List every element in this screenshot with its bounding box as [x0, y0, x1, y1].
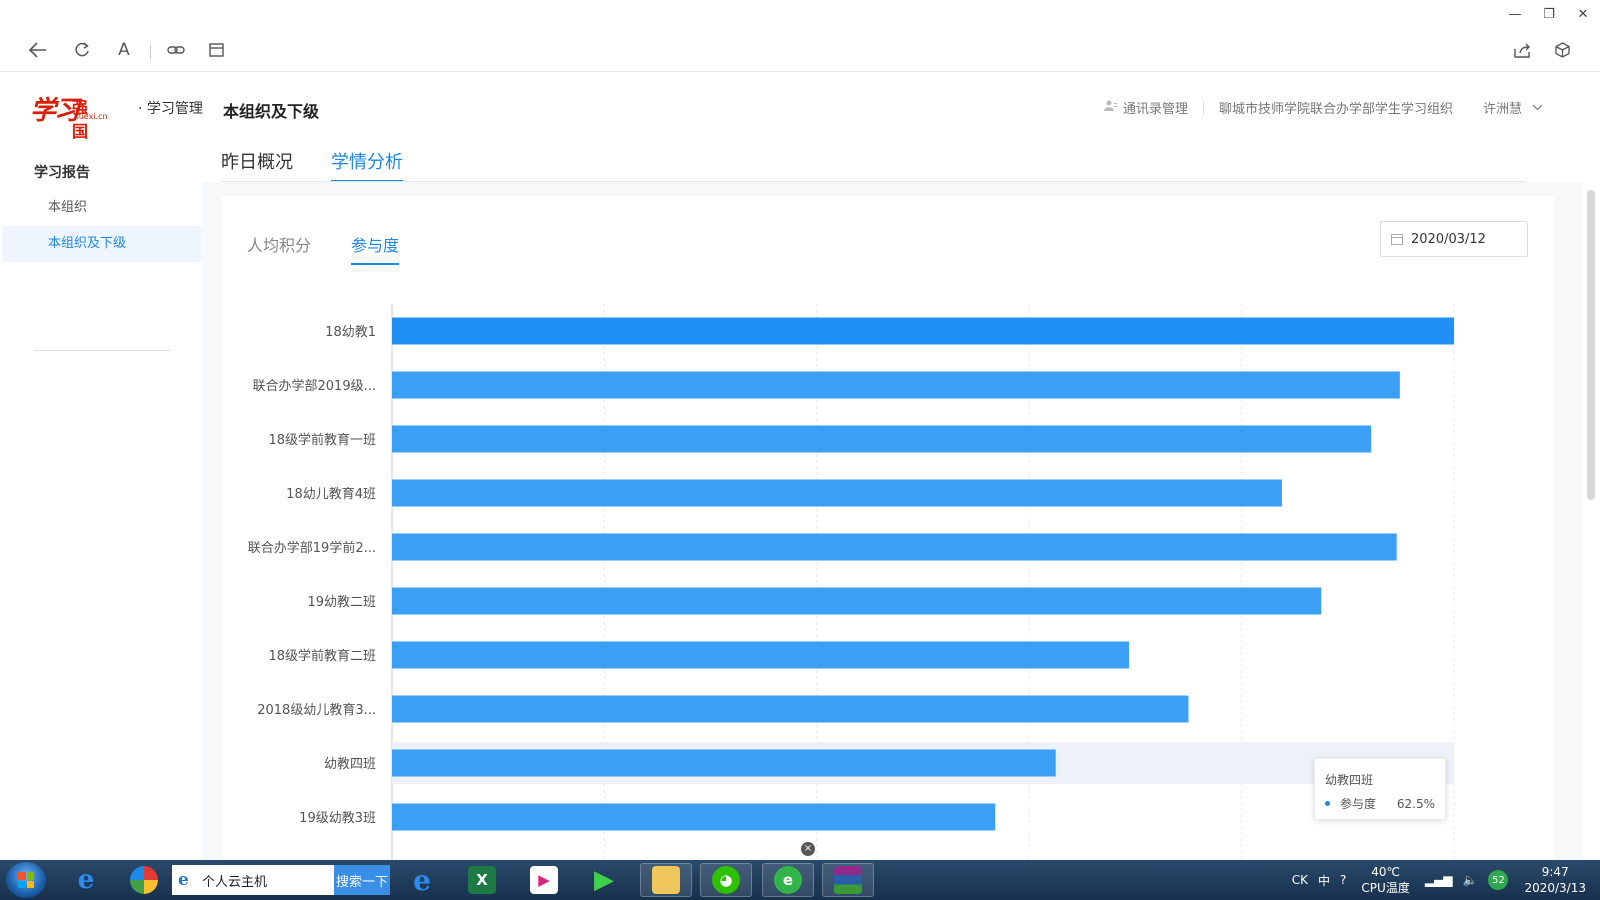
tooltip-value: 62.5% [1396, 796, 1435, 811]
clock[interactable]: 9:47 2020/3/13 [1524, 864, 1586, 896]
ime-lang[interactable]: 中 [1318, 872, 1330, 889]
pinwheel-icon[interactable] [118, 863, 170, 897]
search-button[interactable]: 搜索一下 [334, 865, 390, 895]
temperature-label: CPU温度 [1361, 881, 1410, 895]
chart-card: 人均积分 参与度 2020/03/12 18幼教1 联合办学部2019级... 18… [222, 196, 1554, 860]
category-label: 2018级幼儿教育3... [257, 702, 376, 718]
file-explorer-icon[interactable] [640, 863, 692, 897]
sidebar-divider [34, 350, 170, 351]
windows-logo-icon [18, 872, 34, 888]
cube-icon[interactable] [1550, 38, 1574, 62]
window-controls: — ❐ ✕ [1498, 0, 1600, 28]
winrar-icon[interactable] [822, 863, 874, 897]
logo-url: xuexi.cn [74, 112, 108, 121]
browser-toolbar: A [0, 28, 1600, 72]
xuexi-logo[interactable]: 学习 强国 xuexi.cn · 学习管理 [30, 90, 203, 141]
scrollbar[interactable] [1583, 72, 1600, 860]
taskbar: e e 个人云主机 搜索一下 e X ▶ ▶ ◕ e CK 中 ? 40℃ CP… [0, 860, 1600, 900]
bar-3[interactable] [392, 479, 1282, 507]
user-name[interactable]: 许洲慧 [1483, 98, 1522, 117]
bar-7[interactable] [392, 695, 1189, 723]
chevron-down-icon[interactable] [1532, 100, 1543, 115]
help-icon[interactable]: ? [1340, 873, 1346, 887]
ie-icon[interactable]: e [396, 863, 448, 897]
sidebar: 学习 强国 xuexi.cn · 学习管理 学习报告 本组织 本组织及下级 [0, 72, 203, 860]
category-label: 联合办学部19学前2... [248, 540, 376, 556]
chart-tooltip: 幼教四班 参与度 62.5% [1314, 758, 1446, 820]
start-button[interactable] [6, 862, 46, 898]
wechat-icon[interactable]: ◕ [700, 863, 752, 897]
taskbar-search[interactable]: e 个人云主机 搜索一下 [172, 865, 390, 895]
tab-learning-analysis[interactable]: 学情分析 [331, 148, 403, 182]
logo-suffix: · 学习管理 [138, 101, 203, 117]
bar-8[interactable] [392, 749, 1056, 777]
refresh-icon[interactable] [70, 38, 94, 62]
category-label: 18幼教1 [325, 324, 376, 340]
tooltip-row: 参与度 62.5% [1325, 795, 1435, 812]
font-icon[interactable]: A [112, 38, 136, 62]
org-name[interactable]: 聊城市技师学院联合办学部学生学习组织 [1219, 98, 1453, 117]
window-icon[interactable] [204, 38, 228, 62]
clock-date: 2020/3/13 [1524, 881, 1586, 895]
clock-time: 9:47 [1541, 865, 1569, 879]
browser-360-icon[interactable]: e [762, 863, 814, 897]
toolbar-divider [150, 45, 151, 59]
page-header: 本组织及下级 通讯录管理 聊城市技师学院联合办学部学生学习组织 许洲慧 [203, 72, 1583, 138]
main-tabs: 昨日概况 学情分析 [203, 138, 1583, 182]
ime-label[interactable]: CK [1292, 873, 1308, 887]
back-icon[interactable] [26, 38, 50, 62]
header-actions: 通讯录管理 聊城市技师学院联合办学部学生学习组织 许洲慧 [1103, 98, 1543, 117]
system-tray: CK 中 ? 40℃ CPU温度 ▂▄▆ 🔈 52 9:47 2020/3/13 [1287, 860, 1600, 900]
scrollbar-thumb[interactable] [1587, 190, 1595, 500]
category-label: 18级学前教育二班 [268, 648, 376, 664]
category-label: 19幼教二班 [307, 594, 376, 610]
bar-5[interactable] [392, 587, 1322, 615]
share-icon[interactable] [1510, 38, 1534, 62]
contacts-icon [1103, 100, 1117, 115]
category-label: 19级幼教3班 [299, 810, 376, 826]
bar-4[interactable] [392, 533, 1397, 561]
logo-mark: 学习 [30, 96, 80, 126]
page-title: 本组织及下级 [223, 102, 320, 121]
bar-1[interactable] [392, 371, 1400, 399]
tooltip-series-name: 参与度 [1340, 797, 1377, 811]
bar-2[interactable] [392, 425, 1372, 453]
cpu-temperature: 40℃ CPU温度 [1361, 864, 1409, 896]
bar-0[interactable] [392, 317, 1454, 345]
sidebar-item-org-and-sub[interactable]: 本组织及下级 [2, 226, 202, 262]
sidebar-section-title: 学习报告 [34, 165, 90, 181]
excel-icon[interactable]: X [456, 863, 508, 897]
category-label: 幼教四班 [324, 756, 376, 772]
series-dot-icon [1325, 801, 1330, 806]
temperature-value: 40℃ [1371, 865, 1400, 879]
video-player-icon[interactable]: ▶ [578, 863, 630, 897]
tab-yesterday-overview[interactable]: 昨日概况 [221, 148, 293, 180]
search-input[interactable]: 个人云主机 [202, 871, 334, 890]
close-icon[interactable]: × [801, 842, 815, 856]
ie-icon[interactable]: e [60, 863, 112, 897]
restore-button[interactable]: ❐ [1532, 0, 1566, 28]
header-divider [1202, 100, 1204, 115]
close-button[interactable]: ✕ [1566, 0, 1600, 28]
network-icon[interactable]: ▂▄▆ [1425, 873, 1453, 887]
security-badge[interactable]: 52 [1488, 870, 1509, 890]
bar-6[interactable] [392, 641, 1130, 669]
link-icon[interactable] [164, 38, 188, 62]
bar-9[interactable] [392, 803, 996, 831]
ie-icon: e [178, 870, 189, 890]
contacts-management-link[interactable]: 通讯录管理 [1123, 98, 1188, 117]
sidebar-item-own-org[interactable]: 本组织 [2, 190, 202, 226]
tabs-divider [221, 181, 1526, 182]
category-label: 18幼儿教育4班 [286, 486, 376, 502]
minimize-button[interactable]: — [1498, 0, 1532, 28]
category-label: 18级学前教育一班 [268, 432, 376, 448]
volume-icon[interactable]: 🔈 [1463, 873, 1478, 887]
tooltip-title: 幼教四班 [1325, 773, 1374, 787]
youku-icon[interactable]: ▶ [518, 863, 570, 897]
category-label: 联合办学部2019级... [253, 378, 376, 394]
